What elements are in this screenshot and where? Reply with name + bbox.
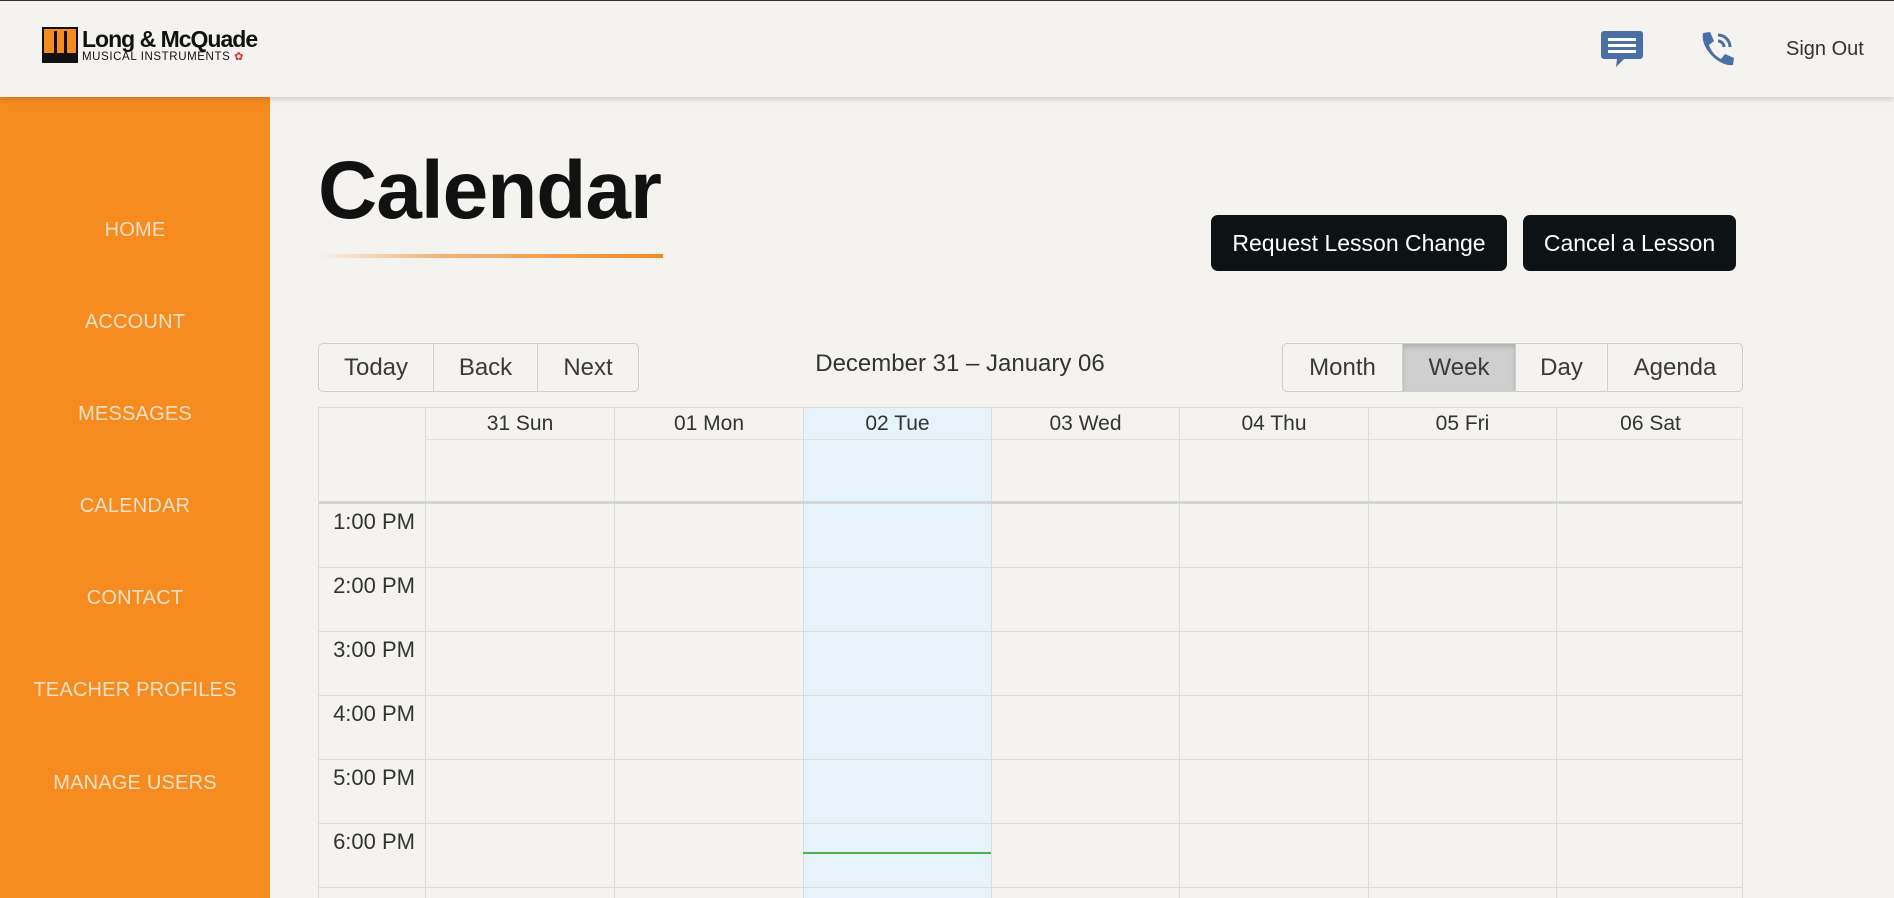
time-label: 2:00 PM	[333, 573, 415, 598]
back-button[interactable]: Back	[434, 344, 538, 391]
hour-divider	[319, 759, 1742, 760]
day-column[interactable]	[1556, 504, 1742, 898]
time-label: 5:00 PM	[333, 765, 415, 790]
hour-divider	[319, 567, 1742, 568]
logo-mark-icon	[42, 27, 78, 63]
cancel-lesson-button[interactable]: Cancel a Lesson	[1523, 215, 1736, 271]
day-header[interactable]: 31 Sun	[425, 408, 614, 439]
sidebar-item-teacher-profiles[interactable]: TEACHER PROFILES	[0, 679, 270, 702]
page-title: Calendar	[318, 145, 662, 236]
time-label: 4:00 PM	[333, 701, 415, 726]
day-column[interactable]	[803, 504, 991, 898]
date-range-label: December 31 – January 06	[815, 350, 1105, 377]
hour-divider	[319, 823, 1742, 824]
maple-leaf-icon: ✿	[234, 51, 244, 63]
all-day-cell[interactable]	[1556, 439, 1742, 501]
view-agenda-button[interactable]: Agenda	[1608, 344, 1742, 391]
request-lesson-change-button[interactable]: Request Lesson Change	[1211, 215, 1507, 271]
current-time-indicator	[803, 852, 991, 854]
time-label: 6:00 PM	[333, 829, 415, 854]
calendar-nav-group: Today Back Next	[318, 343, 639, 392]
sign-out-link[interactable]: Sign Out	[1786, 38, 1864, 61]
day-column[interactable]	[425, 504, 614, 898]
hour-divider	[319, 631, 1742, 632]
view-switcher: Month Week Day Agenda	[1282, 343, 1743, 392]
time-label: 3:00 PM	[333, 637, 415, 662]
all-day-cell[interactable]	[1368, 439, 1556, 501]
sidebar-item-calendar[interactable]: CALENDAR	[0, 495, 270, 518]
day-header[interactable]: 04 Thu	[1179, 408, 1368, 439]
day-header[interactable]: 01 Mon	[614, 408, 803, 439]
day-column[interactable]	[1179, 504, 1368, 898]
time-label: 1:00 PM	[333, 509, 415, 534]
next-button[interactable]: Next	[538, 344, 638, 391]
sidebar-item-home[interactable]: HOME	[0, 219, 270, 242]
today-button[interactable]: Today	[319, 344, 434, 391]
long-mcquade-logo[interactable]: Long & McQuade MUSICAL INSTRUMENTS ✿	[42, 26, 258, 67]
day-header[interactable]: 02 Tue	[803, 408, 991, 439]
sidebar-item-messages[interactable]: MESSAGES	[0, 403, 270, 426]
view-week-button[interactable]: Week	[1403, 344, 1516, 391]
day-column[interactable]	[614, 504, 803, 898]
day-column[interactable]	[991, 504, 1179, 898]
day-header[interactable]: 05 Fri	[1368, 408, 1556, 439]
sidebar-nav: HOME ACCOUNT MESSAGES CALENDAR CONTACT T…	[0, 97, 270, 898]
title-underline	[318, 254, 663, 258]
phone-icon[interactable]	[1694, 29, 1738, 69]
logo-name: Long & McQuade	[82, 26, 258, 52]
day-header[interactable]: 06 Sat	[1556, 408, 1742, 439]
all-day-cell[interactable]	[803, 439, 991, 501]
sidebar-item-contact[interactable]: CONTACT	[0, 587, 270, 610]
week-calendar-grid: 31 Sun 01 Mon 02 Tue 03 Wed 04 Thu 05 Fr…	[318, 407, 1743, 898]
all-day-cell[interactable]	[1179, 439, 1368, 501]
logo-subtitle: MUSICAL INSTRUMENTS	[82, 51, 231, 63]
day-header[interactable]: 03 Wed	[991, 408, 1179, 439]
all-day-cell[interactable]	[425, 439, 614, 501]
all-day-cell[interactable]	[991, 439, 1179, 501]
hour-divider	[319, 695, 1742, 696]
view-month-button[interactable]: Month	[1283, 344, 1403, 391]
chat-bubble-icon[interactable]	[1600, 29, 1644, 69]
top-header: Long & McQuade MUSICAL INSTRUMENTS ✿ Sig…	[0, 0, 1894, 97]
hour-divider	[319, 887, 1742, 888]
sidebar-item-account[interactable]: ACCOUNT	[0, 311, 270, 334]
view-day-button[interactable]: Day	[1516, 344, 1608, 391]
all-day-cell[interactable]	[614, 439, 803, 501]
sidebar-item-manage-users[interactable]: MANAGE USERS	[0, 772, 270, 795]
day-column[interactable]	[1368, 504, 1556, 898]
